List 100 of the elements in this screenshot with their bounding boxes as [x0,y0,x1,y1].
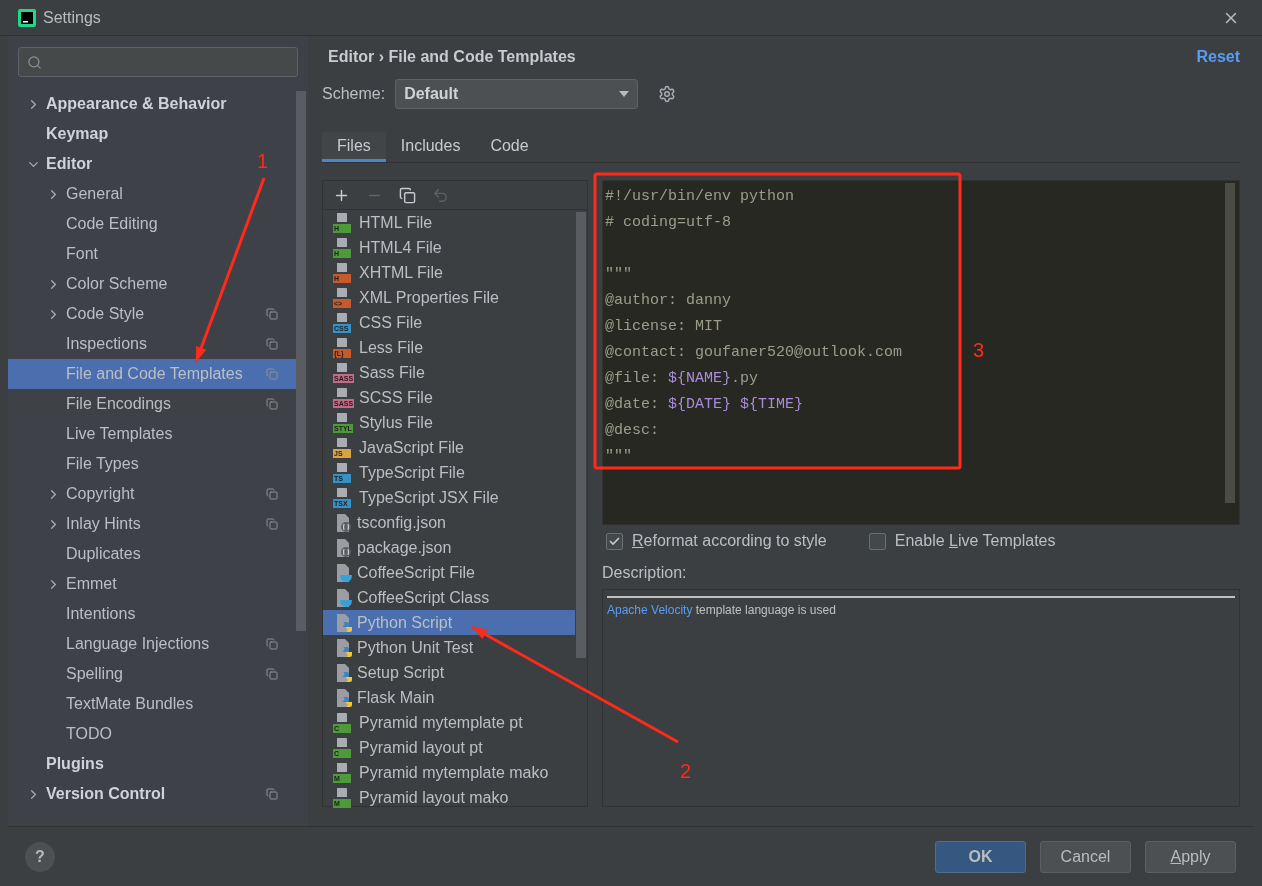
template-label: XML Properties File [359,287,499,308]
settings-icon[interactable] [658,85,677,103]
template-label: HTML4 File [359,237,442,258]
template-label: TypeScript JSX File [359,487,499,508]
code-line: # coding=utf-8 [605,213,732,233]
tree-item-label[interactable]: Editor [46,152,93,176]
tree-item-label[interactable]: Font [66,242,98,266]
copy-icon[interactable] [399,186,416,204]
scrollbar[interactable] [296,91,306,631]
template-label: JavaScript File [359,437,464,458]
scheme-label: Scheme: [322,84,386,104]
tree-item-label[interactable]: Spelling [66,662,123,686]
tree-item-label[interactable]: Appearance & Behavior [46,92,227,116]
description-text: Apache Velocity template language is used [607,602,837,619]
tree-item-label[interactable]: Language Injections [66,632,210,656]
python-file-icon [335,687,353,708]
app-logo-icon [18,8,36,27]
dialog-button[interactable]: Cancel [1040,840,1131,873]
tab[interactable]: Code [475,132,544,162]
file-icon [337,212,347,222]
file-icon [337,462,347,472]
annotation-number: 2 [680,760,692,782]
tree-item-label[interactable]: Emmet [66,572,117,596]
file-icon [337,762,347,772]
tab[interactable]: Includes [385,132,476,162]
dialog-button[interactable]: Apply [1145,840,1236,873]
file-icon [337,487,347,497]
tree-item-label[interactable]: Copyright [66,482,135,506]
search-icon [27,54,42,70]
tree-item-label[interactable]: Version Control [46,782,166,806]
tree-item-label[interactable]: Intentions [66,602,136,626]
template-label: Pyramid layout pt [359,737,483,758]
reset-link[interactable]: Reset [1196,45,1240,69]
tree-item-label[interactable]: File Types [66,452,139,476]
tree-item-label[interactable]: Inlay Hints [66,512,141,536]
scrollbar[interactable] [576,212,586,658]
tree-item-label[interactable]: Code Editing [66,212,158,236]
template-label: CoffeeScript File [357,562,475,583]
template-label: Setup Script [357,662,445,683]
annotation-number: 3 [973,339,985,361]
template-label: tsconfig.json [357,512,446,533]
file-icon [337,362,347,372]
template-item[interactable]: CoffeeScript File [323,560,575,585]
tree-item-label[interactable]: TextMate Bundles [66,692,194,716]
tree-item-label[interactable]: Live Templates [66,422,173,446]
velocity-link[interactable]: Apache Velocity [607,603,693,617]
dropdown-arrow-icon [619,91,630,97]
json-file-icon [335,512,353,533]
scrollbar[interactable] [1225,183,1235,503]
file-icon [337,712,347,722]
tree-item-label[interactable]: Inspections [66,332,147,356]
template-label: Pyramid layout mako [359,787,509,808]
template-item[interactable]: Setup Script [323,660,575,685]
tab[interactable]: Files [322,132,386,162]
coffee-file-icon [335,562,353,583]
code-line: #!/usr/bin/env python [605,187,795,207]
tree-item-label[interactable]: TODO [66,722,112,746]
window-title: Settings [43,7,101,28]
code-line: @date: ${DATE} ${TIME} [605,395,804,415]
template-label: TypeScript File [359,462,465,483]
file-icon [337,737,347,747]
dialog-button[interactable]: OK [935,840,1026,873]
tree-item-label[interactable]: File Encodings [66,392,171,416]
template-label: Pyramid mytemplate pt [359,712,523,733]
tree-item-label[interactable]: Duplicates [66,542,141,566]
template-label: HTML File [359,212,433,233]
template-label: Flask Main [357,687,435,708]
template-item[interactable]: CoffeeScript Class [323,585,575,610]
code-line: @file: ${NAME}.py [605,369,759,389]
template-item[interactable]: package.json [323,535,575,560]
checkbox[interactable] [606,532,623,550]
template-label: Python Script [357,612,453,633]
checkbox-label: Enable Live Templates [894,531,1056,551]
tree-item-label[interactable]: Keymap [46,122,109,146]
file-icon [337,262,347,272]
tree-item-label[interactable]: Plugins [46,752,104,776]
tree-item-label: File and Code Templates [66,364,243,384]
help-button[interactable]: ? [25,841,55,872]
breadcrumb: Editor › File and Code Templates [328,47,576,67]
template-item[interactable]: tsconfig.json [323,510,575,535]
template-item[interactable]: Flask Main [323,685,575,710]
template-label: SCSS File [359,387,433,408]
python-file-icon [335,612,353,633]
template-label: Stylus File [359,412,433,433]
tree-item-label[interactable]: Code Style [66,302,145,326]
checkbox[interactable] [868,532,886,550]
search-field[interactable] [18,47,298,77]
tree-item-label[interactable]: General [66,182,123,206]
template-label: Sass File [359,362,425,383]
code-line: """ [605,265,632,285]
file-icon [337,412,347,422]
scheme-dropdown[interactable]: Default [395,79,639,109]
code-line: @author: danny [605,291,732,311]
file-icon [337,437,347,447]
tree-item-label[interactable]: Color Scheme [66,272,168,296]
file-icon [337,787,347,797]
file-icon [337,312,347,322]
template-item[interactable]: Python Unit Test [323,635,575,660]
code-line: @desc: [605,421,659,441]
code-line: @contact: goufaner520@outlook.com [605,343,903,363]
